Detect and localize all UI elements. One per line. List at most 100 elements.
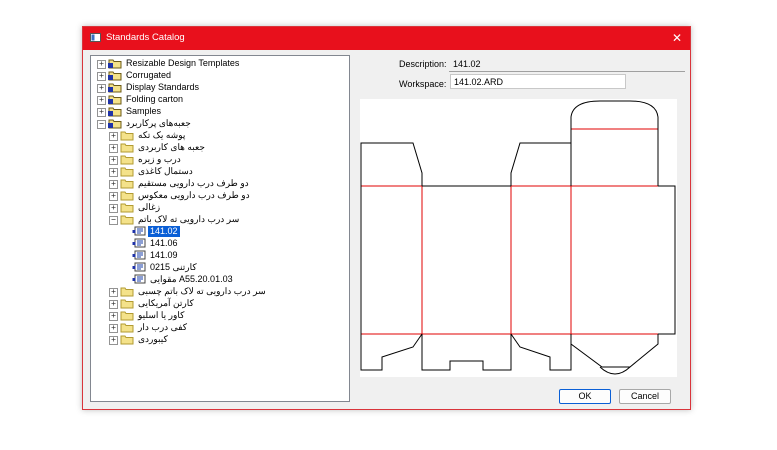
- folder-icon: [120, 202, 134, 213]
- tree-item-label: درب و زیره: [138, 154, 181, 164]
- tree-item-label: Folding carton: [126, 94, 184, 104]
- folder-icon: [120, 178, 134, 189]
- tree-item[interactable]: + سر درب دارویی ته لاک باتم چسبی: [91, 286, 349, 298]
- folder-icon: [120, 214, 134, 225]
- tree-item[interactable]: − سر درب دارویی ته لاک باتم: [91, 214, 349, 226]
- tree-item[interactable]: + دستمال کاغذی: [91, 166, 349, 178]
- tree-item[interactable]: + کفی درب دار: [91, 322, 349, 334]
- collapse-icon[interactable]: −: [109, 216, 118, 225]
- standards-catalog-dialog: Standards Catalog ✕ + Resizable Design Te…: [82, 26, 691, 410]
- tree-item[interactable]: 141.09: [91, 250, 349, 262]
- design-file-icon: [132, 238, 146, 249]
- tree-item-label: سر درب دارویی ته لاک باتم چسبی: [138, 286, 266, 296]
- description-label: Description:: [399, 59, 447, 69]
- tree-item-label: Corrugated: [126, 70, 172, 80]
- design-file-icon: [132, 250, 146, 261]
- tree-item-label: Display Standards: [126, 82, 200, 92]
- expand-icon[interactable]: +: [109, 300, 118, 309]
- title-bar: Standards Catalog ✕: [83, 27, 690, 50]
- tree-item[interactable]: + Folding carton: [91, 94, 349, 106]
- folder-icon: [120, 310, 134, 321]
- tree-item[interactable]: + Display Standards: [91, 82, 349, 94]
- tree-item[interactable]: 141.02: [91, 226, 349, 238]
- expand-icon[interactable]: +: [109, 288, 118, 297]
- tree-item-label: دو طرف درب دارویی معکوس: [138, 190, 250, 200]
- tree-item[interactable]: + کارتن آمریکایی: [91, 298, 349, 310]
- tree-item[interactable]: + کاور یا اسلیو: [91, 310, 349, 322]
- root-folder-icon: [108, 70, 122, 81]
- design-preview: [360, 99, 677, 377]
- expand-icon[interactable]: +: [109, 132, 118, 141]
- tree-item-label: دستمال کاغذی: [138, 166, 193, 176]
- root-folder-icon: [108, 82, 122, 93]
- close-button[interactable]: ✕: [664, 27, 690, 50]
- expand-icon[interactable]: +: [109, 192, 118, 201]
- tree-item[interactable]: + کیبوردی: [91, 334, 349, 346]
- folder-icon: [120, 298, 134, 309]
- expand-icon[interactable]: +: [97, 72, 106, 81]
- tree-item[interactable]: + درب و زیره: [91, 154, 349, 166]
- folder-icon: [120, 154, 134, 165]
- tree-item-label: کیبوردی: [138, 334, 168, 344]
- tree-item-label: 141.02: [148, 226, 180, 237]
- cancel-button[interactable]: Cancel: [619, 389, 671, 404]
- tree-item-label: جعبه های کاربردی: [138, 142, 205, 152]
- crease-lines: [361, 128, 658, 335]
- dieline-drawing: [360, 100, 676, 375]
- description-separator: [449, 71, 685, 72]
- expand-icon[interactable]: +: [109, 204, 118, 213]
- tree-item-label: 141.06: [150, 238, 178, 248]
- cut-lines: [360, 100, 676, 375]
- folder-icon: [120, 322, 134, 333]
- tree-item-label: 141.09: [150, 250, 178, 260]
- expand-icon[interactable]: +: [97, 60, 106, 69]
- tree-item-label: کفی درب دار: [138, 322, 188, 332]
- expand-icon[interactable]: +: [109, 156, 118, 165]
- tree-item[interactable]: + دو طرف درب دارویی مستقیم: [91, 178, 349, 190]
- folder-icon: [120, 166, 134, 177]
- root-folder-icon: [108, 106, 122, 117]
- design-file-icon: [132, 226, 146, 237]
- expand-icon[interactable]: +: [97, 84, 106, 93]
- catalog-tree[interactable]: + Resizable Design Templates + Corrugated + D…: [90, 55, 350, 402]
- expand-icon[interactable]: +: [109, 168, 118, 177]
- expand-icon[interactable]: +: [109, 180, 118, 189]
- folder-icon: [120, 190, 134, 201]
- expand-icon[interactable]: +: [109, 336, 118, 345]
- tree-item-label: کارتن آمریکایی: [138, 298, 194, 308]
- tree-item[interactable]: + دو طرف درب دارویی معکوس: [91, 190, 349, 202]
- design-file-icon: [132, 262, 146, 273]
- ok-button[interactable]: OK: [559, 389, 611, 404]
- tree-item-label: Resizable Design Templates: [126, 58, 240, 68]
- collapse-icon[interactable]: −: [97, 120, 106, 129]
- folder-icon: [120, 334, 134, 345]
- expand-icon[interactable]: +: [97, 96, 106, 105]
- tree-item-label: سر درب دارویی ته لاک باتم: [138, 214, 240, 224]
- workspace-label: Workspace:: [399, 79, 447, 89]
- tree-item[interactable]: + Samples: [91, 106, 349, 118]
- tree-item[interactable]: + جعبه های کاربردی: [91, 142, 349, 154]
- expand-icon[interactable]: +: [109, 312, 118, 321]
- tree-item-label: پوشه یک تکه: [138, 130, 186, 140]
- expand-icon[interactable]: +: [109, 144, 118, 153]
- folder-icon: [120, 130, 134, 141]
- tree-item[interactable]: + Corrugated: [91, 70, 349, 82]
- tree-item-label: کارتنی 0215: [150, 262, 197, 272]
- tree-item[interactable]: 141.06: [91, 238, 349, 250]
- tree-item[interactable]: + Resizable Design Templates: [91, 58, 349, 70]
- expand-icon[interactable]: +: [109, 324, 118, 333]
- root-folder-icon: [108, 94, 122, 105]
- expand-icon[interactable]: +: [97, 108, 106, 117]
- tree-item[interactable]: مقوایی A55.20.01.03: [91, 274, 349, 286]
- root-folder-icon: [108, 118, 122, 129]
- tree-item[interactable]: − جعبه‌های پرکاربرد: [91, 118, 349, 130]
- folder-icon: [120, 286, 134, 297]
- design-file-icon: [132, 274, 146, 285]
- workspace-field[interactable]: [450, 74, 626, 89]
- tree-item[interactable]: کارتنی 0215: [91, 262, 349, 274]
- tree-item[interactable]: + زغالی: [91, 202, 349, 214]
- tree-item[interactable]: + پوشه یک تکه: [91, 130, 349, 142]
- tree-item-label: Samples: [126, 106, 162, 116]
- tree-item-label: دو طرف درب دارویی مستقیم: [138, 178, 249, 188]
- window-title: Standards Catalog: [106, 32, 185, 43]
